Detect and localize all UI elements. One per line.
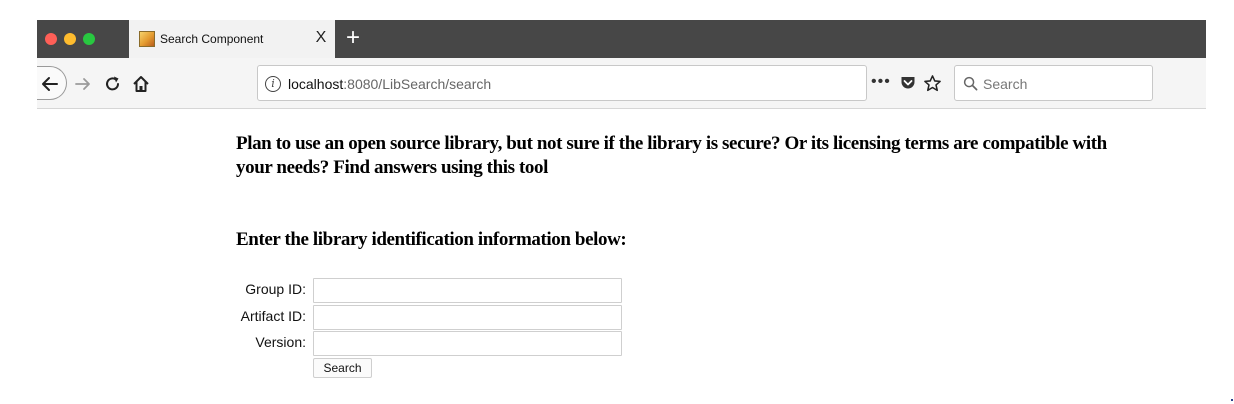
browser-window: Search Component X + i localhost:8080/Li…: [37, 20, 1206, 109]
artifact-id-row: Artifact ID:: [236, 305, 636, 331]
close-window-button[interactable]: [45, 33, 57, 45]
back-button[interactable]: [37, 66, 67, 100]
corner-dot: [1231, 399, 1233, 401]
page-actions: •••: [871, 73, 951, 95]
navigation-toolbar: i localhost:8080/LibSearch/search •••: [37, 58, 1206, 109]
browser-search-input[interactable]: [983, 72, 1143, 96]
tab-search-component[interactable]: Search Component X: [129, 20, 335, 58]
group-id-label: Group ID:: [245, 281, 306, 297]
close-tab-icon[interactable]: X: [312, 28, 330, 48]
version-input[interactable]: [313, 331, 622, 356]
tab-title: Search Component: [160, 32, 264, 46]
intro-text: Plan to use an open source library, but …: [236, 133, 1107, 178]
url-host: localhost: [288, 76, 344, 92]
back-arrow-icon: [42, 77, 58, 91]
forward-arrow-icon[interactable]: [73, 74, 93, 94]
favicon-icon: [139, 31, 155, 47]
url-text: localhost:8080/LibSearch/search: [288, 76, 491, 92]
tab-strip: Search Component X +: [37, 20, 1206, 58]
magnifier-icon: [963, 76, 978, 91]
reload-icon[interactable]: [103, 74, 123, 94]
url-path: :8080/LibSearch/search: [343, 76, 492, 92]
version-row: Version:: [236, 331, 636, 357]
more-actions-icon[interactable]: •••: [871, 73, 891, 91]
browser-search-box[interactable]: [954, 65, 1153, 101]
window-controls: [37, 20, 129, 58]
bookmark-star-icon[interactable]: [923, 74, 942, 93]
artifact-id-label: Artifact ID:: [240, 308, 306, 324]
new-tab-button[interactable]: +: [342, 24, 364, 52]
minimize-window-button[interactable]: [64, 33, 76, 45]
info-icon[interactable]: i: [265, 76, 281, 92]
address-bar[interactable]: i localhost:8080/LibSearch/search: [257, 65, 867, 101]
home-icon[interactable]: [131, 74, 151, 94]
version-label: Version:: [255, 334, 306, 350]
group-id-input[interactable]: [313, 278, 622, 303]
pocket-icon[interactable]: [900, 75, 916, 91]
section-heading: Enter the library identification informa…: [236, 229, 627, 250]
page-content: Plan to use an open source library, but …: [236, 132, 1136, 250]
group-id-row: Group ID:: [236, 278, 636, 304]
artifact-id-input[interactable]: [313, 305, 622, 330]
zoom-window-button[interactable]: [83, 33, 95, 45]
search-button[interactable]: Search: [313, 358, 372, 378]
